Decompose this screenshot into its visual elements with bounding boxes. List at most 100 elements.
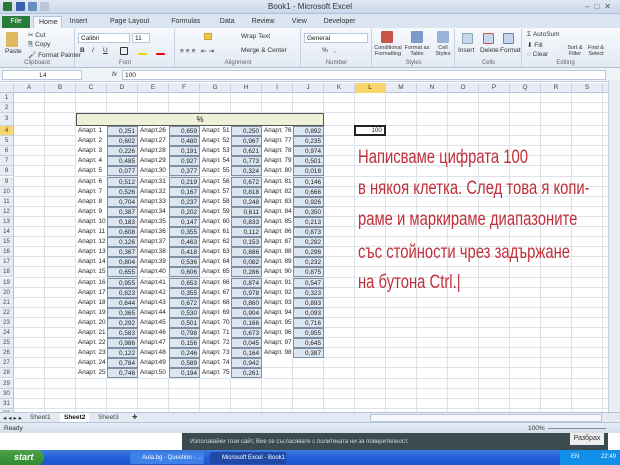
tab-formulas[interactable]: Formulas — [166, 16, 212, 28]
apartment-value[interactable]: 0,191 — [169, 146, 200, 157]
apartment-value[interactable]: 0,213 — [293, 216, 324, 227]
apartment-value[interactable]: 0,974 — [293, 146, 324, 157]
apartment-value[interactable]: 0,235 — [293, 136, 324, 147]
row-header-6[interactable]: 6 — [0, 146, 14, 157]
column-header-S[interactable]: S — [572, 83, 603, 93]
row-header-5[interactable]: 5 — [0, 136, 14, 147]
apartment-value[interactable]: 0,644 — [107, 297, 138, 308]
apartment-value[interactable]: 0,926 — [293, 196, 324, 207]
column-header-M[interactable]: M — [386, 83, 417, 93]
apartment-value[interactable]: 0,292 — [107, 317, 138, 328]
apartment-value[interactable]: 0,183 — [107, 216, 138, 227]
apartment-value[interactable]: 0,978 — [231, 287, 262, 298]
delete-cells-button[interactable]: Delete — [480, 47, 499, 54]
row-header-31[interactable]: 31 — [0, 398, 14, 409]
apartment-value[interactable]: 0,147 — [169, 216, 200, 227]
apartment-value[interactable]: 0,248 — [231, 196, 262, 207]
apartment-value[interactable]: 0,298 — [293, 247, 324, 258]
apartment-value[interactable]: 0,202 — [169, 206, 200, 217]
apartment-value[interactable]: 0,621 — [231, 146, 262, 157]
row-header-11[interactable]: 11 — [0, 196, 14, 207]
apartment-value[interactable]: 0,232 — [293, 257, 324, 268]
apartment-value[interactable]: 0,874 — [231, 277, 262, 288]
align-buttons[interactable]: ≡≡≡ ⇤⇥ — [180, 47, 216, 55]
row-header-20[interactable]: 20 — [0, 287, 14, 298]
column-header-E[interactable]: E — [138, 83, 169, 93]
row-header-30[interactable]: 30 — [0, 388, 14, 399]
apartment-value[interactable]: 0,226 — [107, 146, 138, 157]
tab-view[interactable]: View — [287, 16, 316, 28]
apartment-value[interactable]: 0,673 — [231, 328, 262, 339]
language-indicator[interactable]: EN — [571, 454, 579, 460]
apartment-value[interactable]: 0,746 — [107, 368, 138, 379]
apartment-value[interactable]: 0,418 — [169, 247, 200, 258]
row-header-27[interactable]: 27 — [0, 358, 14, 369]
column-header-A[interactable]: A — [14, 83, 45, 93]
underline-button[interactable]: U — [103, 47, 108, 54]
number-format-select[interactable]: General — [304, 33, 368, 43]
apartment-value[interactable]: 0,166 — [231, 317, 262, 328]
apartment-value[interactable]: 0,194 — [169, 368, 200, 379]
bold-button[interactable]: B — [80, 47, 85, 54]
apartment-value[interactable]: 0,804 — [107, 257, 138, 268]
apartment-value[interactable]: 0,112 — [231, 227, 262, 238]
row-header-7[interactable]: 7 — [0, 156, 14, 167]
fx-icon[interactable]: fx — [112, 71, 117, 78]
format-cells-button[interactable]: Format — [500, 47, 521, 54]
row-header-21[interactable]: 21 — [0, 297, 14, 308]
apartment-value[interactable]: 0,286 — [231, 267, 262, 278]
apartment-value[interactable]: 0,589 — [169, 358, 200, 369]
apartment-value[interactable]: 0,251 — [107, 126, 138, 137]
apartment-value[interactable]: 0,547 — [293, 277, 324, 288]
row-header-3[interactable]: 3 — [0, 113, 14, 126]
row-header-14[interactable]: 14 — [0, 227, 14, 238]
row-header-25[interactable]: 25 — [0, 338, 14, 349]
apartment-value[interactable]: 0,250 — [231, 126, 262, 137]
column-header-L[interactable]: L — [355, 83, 386, 93]
row-header-10[interactable]: 10 — [0, 186, 14, 197]
apartment-value[interactable]: 0,875 — [293, 267, 324, 278]
paste-icon[interactable] — [6, 32, 18, 47]
wrap-text-button[interactable]: Wrap Text — [241, 33, 270, 40]
apartment-value[interactable]: 0,530 — [169, 307, 200, 318]
tab-insert[interactable]: Insert — [65, 16, 102, 28]
clear-button[interactable]: ◌ Clear — [527, 51, 548, 58]
apartment-value[interactable]: 0,485 — [107, 156, 138, 167]
apartment-value[interactable]: 0,324 — [231, 166, 262, 177]
apartment-value[interactable]: 0,927 — [169, 156, 200, 167]
apartment-value[interactable]: 0,082 — [231, 257, 262, 268]
apartment-value[interactable]: 0,611 — [231, 206, 262, 217]
row-header-1[interactable]: 1 — [0, 93, 14, 103]
apartment-value[interactable]: 0,526 — [107, 186, 138, 197]
apartment-value[interactable]: 0,653 — [169, 277, 200, 288]
apartment-value[interactable]: 0,967 — [231, 136, 262, 147]
cell-styles-button[interactable]: Cell Styles — [431, 45, 455, 57]
select-all-corner[interactable] — [0, 83, 14, 93]
apartment-value[interactable]: 0,480 — [169, 136, 200, 147]
apartment-value[interactable]: 0,672 — [231, 176, 262, 187]
apartment-value[interactable]: 0,126 — [107, 237, 138, 248]
apartment-value[interactable]: 0,219 — [169, 176, 200, 187]
row-header-26[interactable]: 26 — [0, 348, 14, 359]
apartment-value[interactable]: 0,873 — [293, 227, 324, 238]
format-as-table-button[interactable]: Format as Table — [403, 45, 431, 57]
row-header-8[interactable]: 8 — [0, 166, 14, 177]
apartment-value[interactable]: 0,355 — [169, 287, 200, 298]
apartment-value[interactable]: 0,122 — [107, 348, 138, 359]
font-name-select[interactable]: Calibri — [78, 33, 130, 43]
apartment-value[interactable]: 0,350 — [293, 206, 324, 217]
tab-page-layout[interactable]: Page Layout — [105, 16, 163, 28]
tab-review[interactable]: Review — [247, 16, 284, 28]
fill-color-icon[interactable] — [138, 53, 147, 55]
row-header-19[interactable]: 19 — [0, 277, 14, 288]
column-header-R[interactable]: R — [541, 83, 572, 93]
apartment-value[interactable]: 0,146 — [293, 176, 324, 187]
task-aula[interactable]: Aula.bg - Question - ... — [130, 452, 204, 464]
apartment-value[interactable]: 0,645 — [293, 338, 324, 349]
tab-home[interactable]: Home — [33, 16, 62, 28]
tab-developer[interactable]: Developer — [319, 16, 369, 28]
tab-data[interactable]: Data — [215, 16, 244, 28]
row-header-16[interactable]: 16 — [0, 247, 14, 258]
apartment-value[interactable]: 0,246 — [169, 348, 200, 359]
row-header-9[interactable]: 9 — [0, 176, 14, 187]
